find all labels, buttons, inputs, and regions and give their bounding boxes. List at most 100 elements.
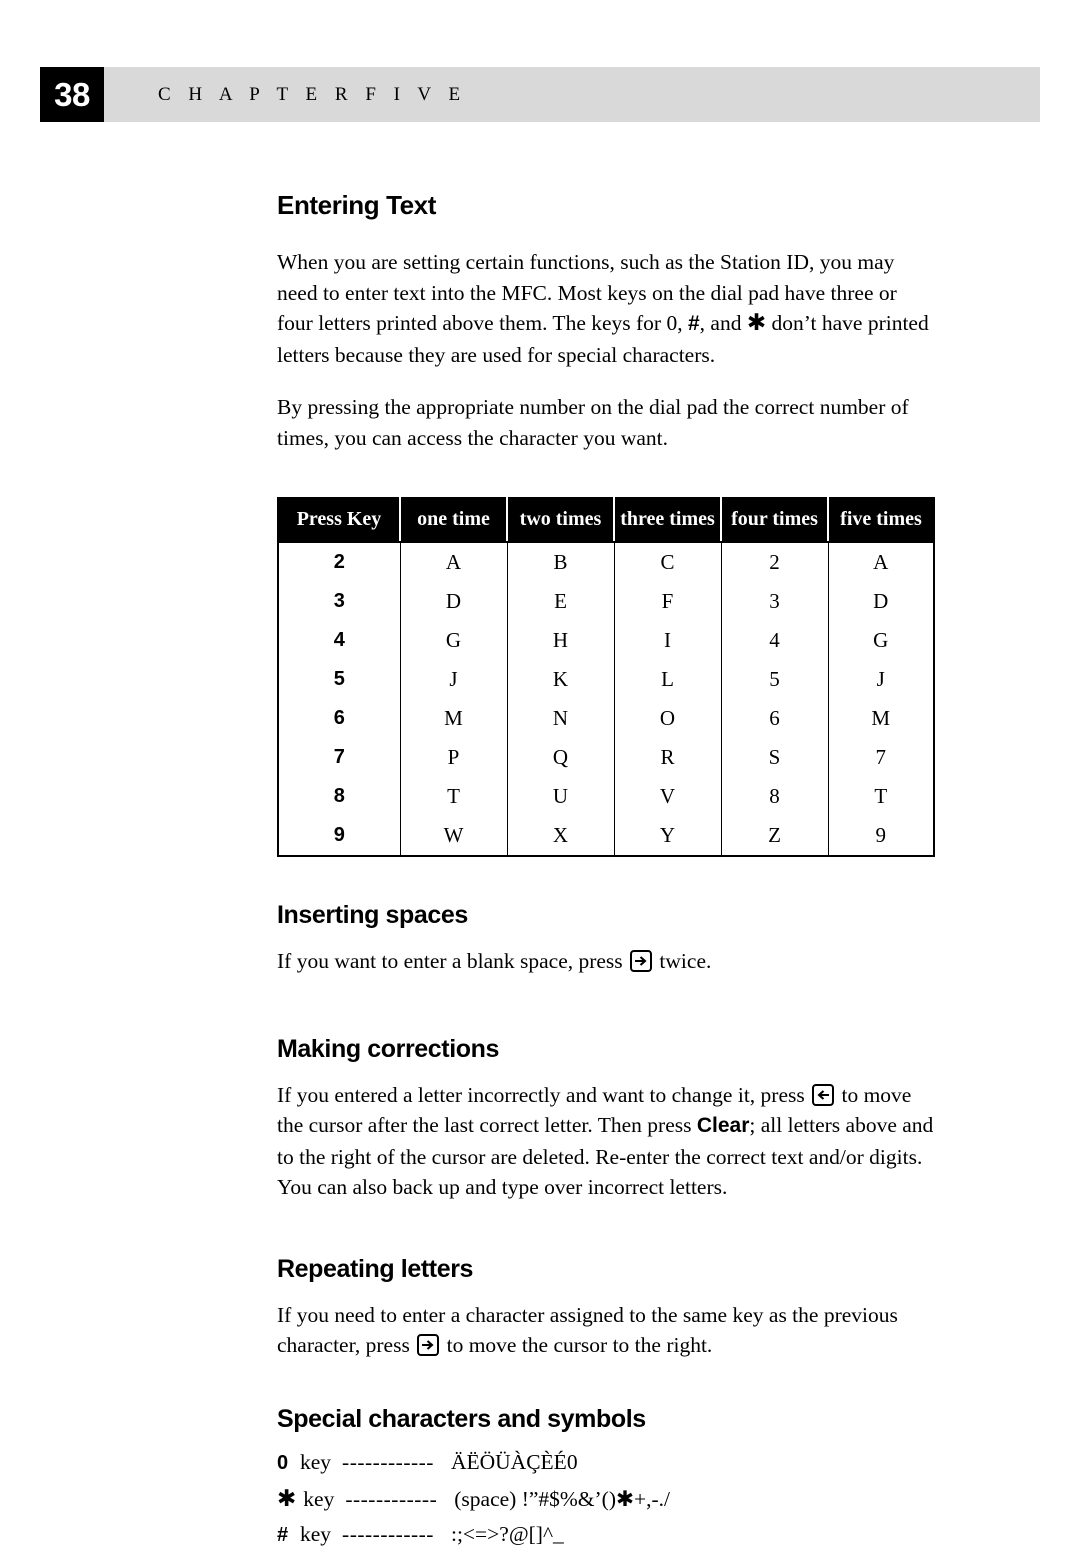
table-row: 3 D E F 3 D xyxy=(278,582,934,621)
cell-two-times: H xyxy=(507,621,615,660)
cell-four-times: 6 xyxy=(721,699,829,738)
paragraph-entering-text-1: When you are setting certain functions, … xyxy=(277,247,937,370)
cell-two-times: Q xyxy=(507,738,615,777)
chapter-header-band: C H A P T E R F I V E xyxy=(104,67,1040,122)
heading-repeating-letters: Repeating letters xyxy=(277,1254,474,1283)
cell-four-times: Z xyxy=(721,816,829,856)
cell-press-key: 7 xyxy=(278,738,401,777)
key-word-label: key xyxy=(300,1449,332,1474)
heading-inserting-spaces: Inserting spaces xyxy=(277,901,468,929)
cell-one-time: J xyxy=(400,660,508,699)
special-character-row-1: ✱ key ------------ (space) !”#$%&’()✱+,-… xyxy=(277,1486,937,1522)
cell-one-time: P xyxy=(400,738,508,777)
cell-press-key: 9 xyxy=(278,816,401,856)
paragraph-repeating-letters: If you need to enter a character assigne… xyxy=(277,1300,937,1361)
table-row: 6 M N O 6 M xyxy=(278,699,934,738)
table-row: 8 T U V 8 T xyxy=(278,777,934,816)
table-header-row: Press Key one time two times three times… xyxy=(278,498,934,543)
clear-button-label: Clear xyxy=(696,1114,750,1137)
cell-three-times: Y xyxy=(614,816,722,856)
cell-press-key: 5 xyxy=(278,660,401,699)
special-character-row-2: # key ------------ :;<=>?@[]^_ xyxy=(277,1522,937,1558)
cell-five-times: T xyxy=(828,777,934,816)
table-row: 4 G H I 4 G xyxy=(278,621,934,660)
cell-three-times: F xyxy=(614,582,722,621)
column-header-press-key: Press Key xyxy=(278,498,401,543)
text-after-icon: to move the cursor to the right. xyxy=(446,1333,713,1357)
cell-five-times: D xyxy=(828,582,934,621)
cell-three-times: R xyxy=(614,738,722,777)
chapter-label: C H A P T E R F I V E xyxy=(158,83,467,105)
special-characters-value: :;<=>?@[]^_ xyxy=(450,1521,564,1546)
cell-two-times: B xyxy=(507,542,615,582)
special-characters-value: ÄËÖÜÀÇÈÉ0 xyxy=(450,1449,578,1474)
cell-four-times: S xyxy=(721,738,829,777)
right-arrow-key-icon xyxy=(417,1334,440,1356)
column-header-one-time: one time xyxy=(400,498,508,543)
asterisk-symbol: ✱ xyxy=(746,310,767,335)
cell-five-times: 9 xyxy=(828,816,934,856)
text-before-icon: If you entered a letter incorrectly and … xyxy=(277,1082,805,1107)
page-number-box: 38 xyxy=(40,67,104,122)
cell-one-time: G xyxy=(400,621,508,660)
cell-one-time: T xyxy=(400,777,508,816)
special-key-label: # xyxy=(277,1523,289,1546)
page-running-header: 38 C H A P T E R F I V E xyxy=(40,67,1040,122)
dash-separator: ------------ xyxy=(342,1521,434,1546)
text-before-icon: If you want to enter a blank space, pres… xyxy=(277,949,623,973)
special-key-label: ✱ xyxy=(277,1485,297,1511)
column-header-two-times: two times xyxy=(507,498,615,543)
cell-four-times: 3 xyxy=(721,582,829,621)
cell-three-times: L xyxy=(614,660,722,699)
dash-separator: ------------ xyxy=(345,1486,438,1511)
heading-making-corrections: Making corrections xyxy=(277,1034,500,1063)
cell-one-time: A xyxy=(400,542,508,582)
column-header-five-times: five times xyxy=(828,498,934,543)
cell-three-times: O xyxy=(614,699,722,738)
table-row: 5 J K L 5 J xyxy=(278,660,934,699)
paragraph-making-corrections: If you entered a letter incorrectly and … xyxy=(277,1080,937,1203)
cell-two-times: N xyxy=(507,699,615,738)
key-word-label: key xyxy=(303,1486,335,1511)
cell-press-key: 4 xyxy=(278,621,401,660)
hash-symbol: # xyxy=(687,312,700,335)
cell-two-times: E xyxy=(507,582,615,621)
table-row: 9 W X Y Z 9 xyxy=(278,816,934,856)
column-header-three-times: three times xyxy=(614,498,722,543)
paragraph-inserting-spaces: If you want to enter a blank space, pres… xyxy=(277,946,937,977)
paragraph-entering-text-2: By pressing the appropriate number on th… xyxy=(277,395,909,450)
special-characters-value: (space) !”#$%&’()✱+,-./ xyxy=(454,1486,671,1511)
cell-four-times: 5 xyxy=(721,660,829,699)
key-word-label: key xyxy=(300,1521,332,1546)
paragraph-text-part: , and xyxy=(699,311,747,335)
cell-five-times: A xyxy=(828,542,934,582)
heading-special-characters: Special characters and symbols xyxy=(277,1404,646,1433)
special-character-row-0: 0 key ------------ ÄËÖÜÀÇÈÉ0 xyxy=(277,1450,937,1486)
page-number: 38 xyxy=(54,75,90,113)
cell-one-time: M xyxy=(400,699,508,738)
cell-one-time: W xyxy=(400,816,508,856)
table-row: 7 P Q R S 7 xyxy=(278,738,934,777)
cell-press-key: 3 xyxy=(278,582,401,621)
cell-two-times: K xyxy=(507,660,615,699)
cell-four-times: 8 xyxy=(721,777,829,816)
cell-three-times: I xyxy=(614,621,722,660)
cell-five-times: G xyxy=(828,621,934,660)
cell-three-times: V xyxy=(614,777,722,816)
column-header-four-times: four times xyxy=(721,498,829,543)
cell-five-times: 7 xyxy=(828,738,934,777)
special-key-label: 0 xyxy=(277,1451,289,1474)
cell-four-times: 2 xyxy=(721,542,829,582)
right-arrow-key-icon xyxy=(630,950,653,972)
cell-press-key: 8 xyxy=(278,777,401,816)
press-key-table: Press Key one time two times three times… xyxy=(277,497,935,857)
cell-press-key: 2 xyxy=(278,542,401,582)
cell-five-times: J xyxy=(828,660,934,699)
cell-press-key: 6 xyxy=(278,699,401,738)
left-arrow-key-icon xyxy=(812,1083,835,1106)
cell-three-times: C xyxy=(614,542,722,582)
cell-five-times: M xyxy=(828,699,934,738)
dash-separator: ------------ xyxy=(342,1449,434,1474)
cell-four-times: 4 xyxy=(721,621,829,660)
cell-one-time: D xyxy=(400,582,508,621)
